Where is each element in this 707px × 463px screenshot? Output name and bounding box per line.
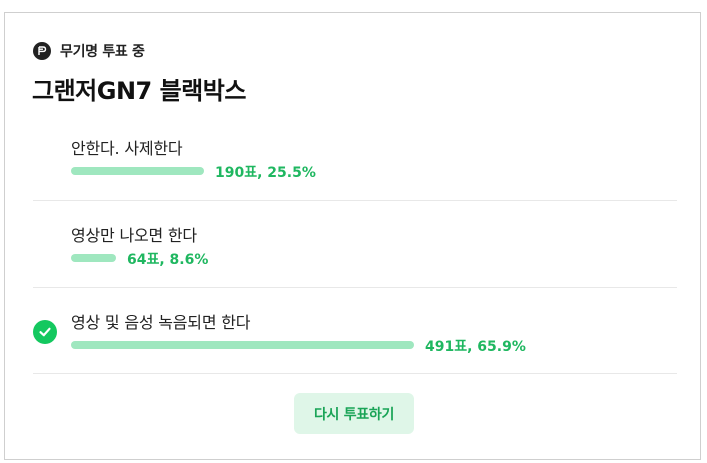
result-text: 491표, 65.9%: [425, 339, 526, 355]
result-text: 64표, 8.6%: [127, 252, 209, 268]
vote-badge-icon: [33, 42, 51, 60]
option-divider: [33, 287, 677, 288]
revote-button[interactable]: 다시 투표하기: [294, 393, 414, 434]
poll-option-selected[interactable]: 영상 및 음성 녹음되면 한다 491표, 65.9%: [33, 307, 677, 375]
poll-option[interactable]: 영상만 나오면 한다 64표, 8.6%: [33, 220, 677, 288]
option-divider: [33, 373, 677, 374]
option-divider: [33, 200, 677, 201]
poll-card: 무기명 투표 중 그랜저GN7 블랙박스 안한다. 사제한다 190표, 25.…: [4, 12, 701, 460]
result-bar: [71, 254, 116, 262]
option-label: 영상만 나오면 한다: [71, 226, 197, 245]
option-label: 안한다. 사제한다: [71, 139, 183, 158]
poll-title: 그랜저GN7 블랙박스: [32, 77, 246, 105]
poll-option[interactable]: 안한다. 사제한다 190표, 25.5%: [33, 133, 677, 201]
poll-status: 무기명 투표 중: [33, 41, 145, 61]
poll-status-label: 무기명 투표 중: [60, 44, 145, 60]
result-text: 190표, 25.5%: [215, 165, 316, 181]
result-bar: [71, 167, 204, 175]
option-label: 영상 및 음성 녹음되면 한다: [71, 313, 251, 332]
result-bar: [71, 341, 414, 349]
